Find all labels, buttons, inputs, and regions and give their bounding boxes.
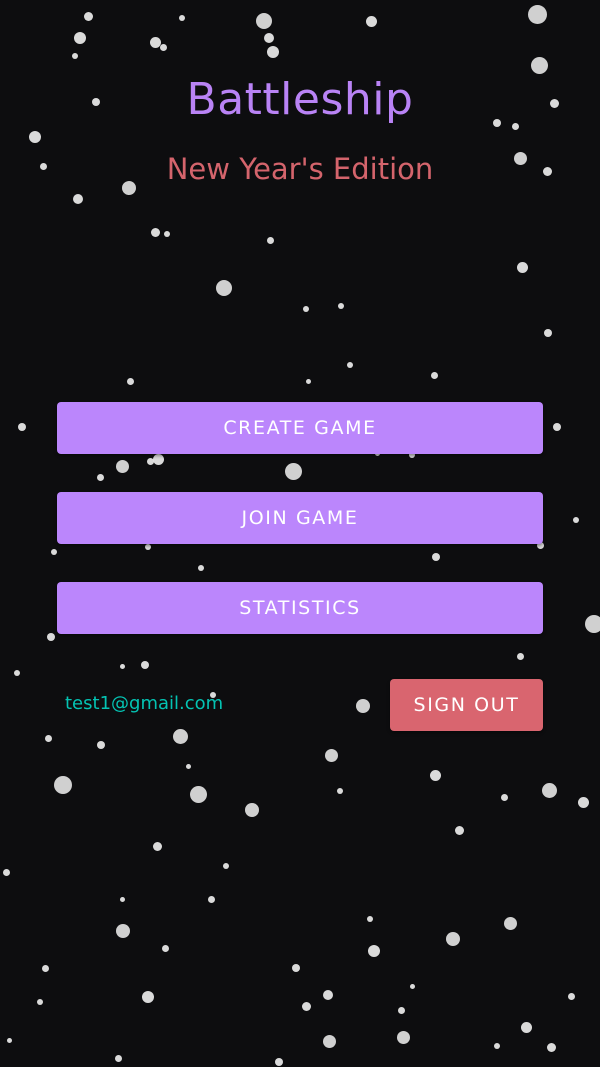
snowflake <box>72 53 78 59</box>
snowflake <box>245 803 259 817</box>
snowflake <box>530 56 548 74</box>
snowflake <box>429 769 441 781</box>
snowflake <box>430 371 438 379</box>
snowflake <box>301 1001 311 1011</box>
statistics-button[interactable]: STATISTICS <box>57 582 543 634</box>
snowflake <box>500 793 508 801</box>
create-game-button[interactable]: CREATE GAME <box>57 402 543 454</box>
snowflake <box>264 33 274 43</box>
snowflake <box>126 377 134 385</box>
snowflake <box>51 549 57 555</box>
snowflake <box>256 13 272 29</box>
snowflake <box>347 362 353 368</box>
snowflake <box>303 306 309 312</box>
snowflake <box>494 1043 500 1049</box>
snowflake <box>573 517 579 523</box>
snowflake <box>44 734 52 742</box>
snowflake <box>553 423 561 431</box>
snowflake <box>146 457 154 465</box>
snowflake <box>284 462 302 480</box>
snowflake <box>338 303 344 309</box>
snowflake <box>367 916 373 922</box>
snowflake <box>396 1030 410 1044</box>
snowflake <box>119 663 125 669</box>
snowflake <box>324 748 338 762</box>
snowflake <box>198 565 204 571</box>
snowflake <box>368 945 380 957</box>
snowflake <box>305 378 311 384</box>
join-game-button[interactable]: JOIN GAME <box>57 492 543 544</box>
snowflake <box>116 924 130 938</box>
snowflake <box>114 1054 122 1062</box>
snowflake <box>266 236 274 244</box>
snowflake <box>397 1006 405 1014</box>
snowflake <box>365 15 377 27</box>
snowflake <box>520 1021 532 1033</box>
snowflake <box>6 1037 12 1043</box>
snowflake <box>189 785 207 803</box>
snowflake <box>149 36 161 48</box>
snowflake <box>267 46 279 58</box>
snowflake <box>74 32 86 44</box>
snowflake <box>223 863 229 869</box>
snowflake <box>356 699 370 713</box>
snowflake <box>409 983 415 989</box>
snowflake <box>207 895 215 903</box>
snowflake <box>275 1058 283 1066</box>
snowflake <box>454 825 464 835</box>
snowflake <box>164 231 170 237</box>
app-title: Battleship <box>186 74 414 125</box>
snowflake <box>323 990 333 1000</box>
snowflake <box>179 15 185 21</box>
snowflake <box>119 896 125 902</box>
snowflake <box>337 788 343 794</box>
snowflake <box>37 999 43 1005</box>
snowflake <box>115 459 129 473</box>
snowflake <box>322 1034 336 1048</box>
snowflake <box>14 670 20 676</box>
snowflake <box>83 11 93 21</box>
snowflake <box>516 652 524 660</box>
snowflake <box>150 227 160 237</box>
snowflake <box>47 633 55 641</box>
snowflake <box>172 728 188 744</box>
snowflake <box>546 1042 556 1052</box>
snowflake <box>577 796 589 808</box>
snowflake <box>152 841 162 851</box>
user-email: test1@gmail.com <box>65 693 224 714</box>
snowflake <box>544 329 552 337</box>
snowflake <box>152 453 164 465</box>
snowflake <box>159 43 167 51</box>
snowflake <box>161 944 169 952</box>
sign-out-button[interactable]: SIGN OUT <box>390 679 543 731</box>
app-subtitle: New Year's Edition <box>166 152 434 186</box>
snowflake <box>216 280 232 296</box>
snowflake <box>141 661 149 669</box>
snowflake <box>29 131 41 143</box>
snowflake <box>292 964 300 972</box>
snowflake <box>585 615 600 633</box>
snowflake <box>97 741 105 749</box>
snowflake <box>527 4 547 24</box>
snowflake <box>73 194 83 204</box>
snowflake <box>446 932 460 946</box>
snowflake <box>145 544 151 550</box>
snowflake <box>503 916 517 930</box>
snowflake <box>541 782 557 798</box>
snowflake <box>41 964 49 972</box>
snowflake <box>432 553 440 561</box>
snowflake <box>96 473 104 481</box>
snowflake <box>516 261 528 273</box>
main-menu-screen: Battleship New Year's Edition CREATE GAM… <box>0 0 600 1067</box>
snowflake <box>54 776 72 794</box>
snowflake <box>18 423 26 431</box>
snowflake <box>185 763 191 769</box>
snowflake <box>142 991 154 1003</box>
snowflake <box>567 992 575 1000</box>
snowflake <box>2 868 10 876</box>
